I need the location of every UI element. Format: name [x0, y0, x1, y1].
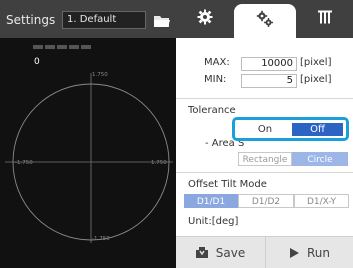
axis-label-bottom: -1.750	[92, 236, 110, 242]
count-value: 0	[34, 57, 40, 67]
tolerance-on-button[interactable]: On	[239, 123, 291, 136]
tilt-icon	[317, 9, 333, 29]
divider	[176, 172, 353, 173]
top-bar: Settings 1. Default	[0, 0, 353, 38]
tolerance-title: Tolerance	[188, 105, 236, 116]
settings-label: Settings	[6, 13, 56, 27]
tab-settings[interactable]	[176, 0, 234, 38]
tolerance-off-button[interactable]: Off	[292, 123, 343, 136]
tolerance-toggle: On Off	[232, 117, 349, 141]
tab-tilt[interactable]	[296, 0, 353, 38]
play-icon	[289, 247, 300, 259]
max-unit: [pixel]	[300, 57, 332, 68]
min-unit: [pixel]	[300, 74, 332, 85]
run-button[interactable]: Run	[265, 237, 353, 268]
image-viewer[interactable]: 0 1.750 -1.750 -1.750 1.750	[0, 38, 176, 268]
tab-advanced[interactable]	[234, 4, 296, 38]
min-input[interactable]: 5	[241, 74, 297, 88]
save-label: Save	[215, 245, 246, 260]
footer-bar: Save Run	[176, 236, 353, 268]
offset-d1d2-button[interactable]: D1/D2	[238, 194, 294, 208]
gears-icon	[256, 10, 274, 32]
run-label: Run	[306, 245, 330, 260]
max-label: MAX:	[204, 57, 230, 68]
gear-icon	[197, 9, 213, 29]
offset-d1xy-button[interactable]: D1/X-Y	[294, 194, 349, 208]
settings-panel: MAX: 10000 [pixel] MIN: 5 [pixel] Tolera…	[176, 38, 353, 268]
save-icon	[195, 246, 209, 259]
save-button[interactable]: Save	[176, 237, 264, 268]
tilt-plot	[5, 45, 173, 243]
shape-circle-button[interactable]: Circle	[292, 152, 348, 166]
axis-label-top: 1.750	[92, 72, 108, 78]
axis-label-left: -1.750	[15, 160, 33, 166]
folder-icon[interactable]	[153, 13, 171, 27]
preset-select[interactable]: 1. Default	[62, 11, 146, 29]
offset-d1d1-button[interactable]: D1/D1	[184, 194, 238, 208]
max-input[interactable]: 10000	[241, 57, 297, 71]
axis-label-right: 1.750	[151, 160, 167, 166]
shape-rectangle-button[interactable]: Rectangle	[238, 152, 292, 166]
offset-tilt-title: Offset Tilt Mode	[188, 179, 267, 190]
divider	[176, 98, 353, 99]
min-label: MIN:	[204, 74, 227, 85]
unit-label: Unit:[deg]	[188, 216, 239, 227]
